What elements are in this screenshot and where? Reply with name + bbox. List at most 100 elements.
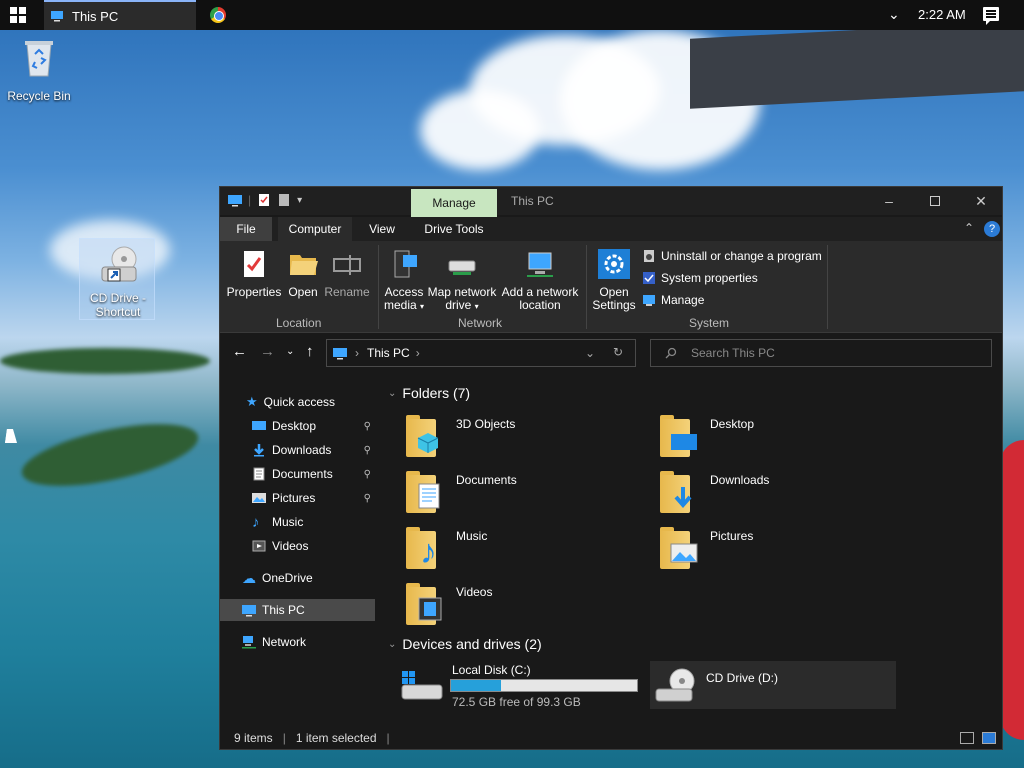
- nav-item-downloads[interactable]: Downloads ⚲: [220, 439, 375, 461]
- add-network-location-button[interactable]: Add a network location: [500, 249, 580, 312]
- pin-icon[interactable]: ⚲: [364, 493, 371, 504]
- large-icons-view-icon[interactable]: [982, 732, 996, 744]
- folder-downloads[interactable]: Downloads: [660, 469, 900, 519]
- desktop-icon-cd-shortcut[interactable]: CD Drive - Shortcut: [79, 238, 155, 320]
- recycle-bin-icon: [25, 41, 53, 77]
- breadcrumb-chevron-icon: ›: [355, 346, 359, 360]
- plane-wing: [690, 21, 1024, 109]
- clock[interactable]: 2:22 AM: [918, 7, 966, 22]
- close-button[interactable]: ✕: [958, 187, 1004, 215]
- folder-icon: [660, 469, 698, 513]
- tab-view[interactable]: View: [358, 217, 406, 241]
- title-bar[interactable]: | ▾ Manage This PC – ✕: [220, 187, 1004, 217]
- video-film-icon: [418, 597, 442, 621]
- computer-icon: [242, 605, 256, 617]
- access-media-button[interactable]: Access media ▾: [382, 249, 426, 313]
- tab-drive-tools[interactable]: Drive Tools: [412, 217, 496, 241]
- open-settings-button[interactable]: Open Settings: [590, 249, 638, 312]
- folder-pictures[interactable]: Pictures: [660, 525, 900, 575]
- uninstall-program-button[interactable]: Uninstall or change a program: [642, 249, 822, 263]
- chrome-icon[interactable]: [210, 7, 226, 23]
- system-properties-button[interactable]: System properties: [642, 271, 758, 285]
- nav-item-network[interactable]: Network: [220, 631, 375, 653]
- drive-name: CD Drive (D:): [706, 671, 778, 685]
- rename-icon: [333, 255, 361, 275]
- folder-name: Pictures: [710, 529, 754, 543]
- search-input[interactable]: Search This PC: [650, 339, 992, 367]
- up-button[interactable]: ↑: [306, 343, 314, 360]
- drive-usage-fill: [451, 680, 502, 691]
- divider: [827, 245, 828, 329]
- address-dropdown-icon[interactable]: ⌄: [585, 346, 595, 360]
- refresh-icon[interactable]: ↻: [613, 345, 623, 359]
- group-label-location: Location: [276, 316, 322, 330]
- folder-music[interactable]: ♪ Music: [406, 525, 646, 575]
- map-network-drive-button[interactable]: Map network drive ▾: [426, 249, 498, 313]
- tab-file[interactable]: File: [220, 217, 272, 241]
- nav-item-this-pc[interactable]: This PC: [220, 599, 375, 621]
- drive-cd-d[interactable]: CD Drive (D:): [650, 661, 896, 709]
- maximize-button[interactable]: [912, 187, 958, 215]
- open-button[interactable]: Open: [284, 249, 322, 299]
- notifications-icon[interactable]: [983, 7, 999, 25]
- nav-item-label: Downloads: [272, 443, 332, 457]
- status-bar: 9 items | 1 item selected |: [220, 727, 1002, 749]
- collapse-ribbon-icon[interactable]: ⌃: [964, 221, 974, 235]
- folder-documents[interactable]: Documents: [406, 469, 646, 519]
- desktop-icon-recycle-bin[interactable]: Recycle Bin: [1, 38, 77, 108]
- pin-icon[interactable]: ⚲: [364, 421, 371, 432]
- nav-item-videos[interactable]: Videos: [220, 535, 375, 557]
- rename-label: Rename: [324, 285, 370, 299]
- start-button[interactable]: [0, 0, 36, 30]
- folder-desktop[interactable]: Desktop: [660, 413, 900, 463]
- nav-item-pictures[interactable]: Pictures ⚲: [220, 487, 375, 509]
- window-title: This PC: [511, 194, 554, 208]
- help-icon[interactable]: ?: [984, 221, 1000, 237]
- qat-dropdown-icon[interactable]: ▾: [297, 195, 302, 206]
- nav-item-music[interactable]: ♪ Music: [220, 511, 375, 533]
- folder-3d-objects[interactable]: 3D Objects: [406, 413, 646, 463]
- folder-name: 3D Objects: [456, 417, 516, 431]
- nav-item-onedrive[interactable]: ☁ OneDrive: [220, 567, 375, 589]
- new-folder-icon[interactable]: [277, 193, 291, 207]
- properties-icon[interactable]: [257, 193, 271, 207]
- system-properties-label: System properties: [661, 271, 758, 285]
- address-input[interactable]: › This PC › ⌄ ↻: [326, 339, 636, 367]
- nav-item-documents[interactable]: Documents ⚲: [220, 463, 375, 485]
- taskbar-item-this-pc[interactable]: This PC: [44, 0, 196, 30]
- group-header-drives[interactable]: ⌄ Devices and drives (2): [388, 636, 542, 652]
- chevron-down-icon[interactable]: ⌄: [888, 6, 900, 23]
- chevron-down-icon: ▾: [420, 302, 425, 311]
- forward-button[interactable]: →: [260, 343, 275, 360]
- pin-icon[interactable]: ⚲: [364, 469, 371, 480]
- properties-button[interactable]: Properties: [226, 249, 282, 299]
- open-folder-icon: [290, 255, 318, 275]
- rename-button[interactable]: Rename: [324, 249, 370, 299]
- group-header-folders[interactable]: ⌄ Folders (7): [388, 385, 470, 401]
- folder-name: Desktop: [710, 417, 755, 431]
- group-label-system: System: [689, 316, 730, 330]
- nav-item-quick-access[interactable]: ★ Quick access: [220, 391, 375, 413]
- desktop-icon: [252, 421, 266, 430]
- tab-computer[interactable]: Computer: [278, 217, 352, 241]
- add-network-location-label: Add a network location: [501, 285, 579, 312]
- breadcrumb-this-pc[interactable]: This PC: [367, 346, 410, 360]
- folder-icon: [406, 469, 444, 513]
- manage-button[interactable]: Manage: [642, 293, 704, 307]
- back-button[interactable]: ←: [232, 343, 247, 360]
- pin-icon[interactable]: ⚲: [364, 445, 371, 456]
- cloud-icon: ☁: [242, 569, 256, 586]
- desktop-icon-label: Recycle Bin: [7, 89, 71, 103]
- computer-icon: [228, 195, 242, 207]
- drive-local-disk-c[interactable]: Local Disk (C:) 72.5 GB free of 99.3 GB: [400, 661, 644, 709]
- recent-locations-icon[interactable]: ⌄: [286, 346, 294, 357]
- minimize-button[interactable]: –: [866, 187, 912, 215]
- nav-item-desktop[interactable]: Desktop ⚲: [220, 415, 375, 437]
- folder-videos[interactable]: Videos: [406, 581, 646, 631]
- uninstall-icon: [644, 250, 654, 262]
- computer-management-icon: [643, 295, 655, 306]
- tab-manage[interactable]: Manage: [411, 189, 497, 217]
- properties-label: Properties: [226, 285, 282, 299]
- windows-logo-icon: [10, 7, 26, 23]
- details-view-icon[interactable]: [960, 732, 974, 744]
